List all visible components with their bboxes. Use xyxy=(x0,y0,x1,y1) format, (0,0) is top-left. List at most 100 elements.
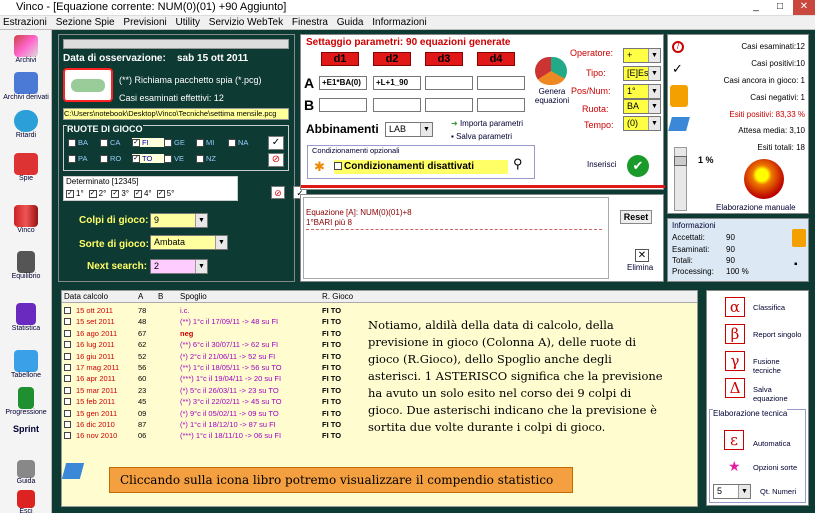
table-row[interactable]: 16 dic 2010 87 (*) 1°c il 18/12/10 -> 87 s… xyxy=(62,419,362,430)
sidebar-item-vinco[interactable]: Vinco xyxy=(0,205,52,234)
menu-informazioni[interactable]: Informazioni xyxy=(369,16,429,29)
save-params[interactable]: ▪ Salva parametri xyxy=(451,132,512,141)
generate-icon[interactable] xyxy=(535,57,567,85)
sorte-select[interactable]: Ambata ▼ xyxy=(150,235,228,250)
det-3[interactable]: ✓ 3° xyxy=(111,189,129,198)
minimize-button[interactable]: _ xyxy=(745,0,767,15)
wheel-to[interactable]: ✓ TO xyxy=(132,154,164,164)
salva-equazione-label[interactable]: Salva equazione xyxy=(753,385,808,403)
d3-header[interactable]: d3 xyxy=(425,52,463,66)
generate-label[interactable]: Genera equazioni xyxy=(527,87,577,105)
qt-numeri-select[interactable]: 5 ▼ xyxy=(713,484,751,499)
import-params[interactable]: ➜ Importa parametri xyxy=(451,119,523,128)
menu-estrazioni[interactable]: Estrazioni xyxy=(0,16,50,29)
slider-thumb[interactable] xyxy=(674,156,687,166)
delta-button[interactable]: Δ xyxy=(725,378,745,398)
opzioni-sorte-label[interactable]: Opzioni sorte xyxy=(753,463,797,472)
wheel-ba[interactable]: BA xyxy=(68,138,100,148)
table-row[interactable]: 16 ago 2011 67 neg FI TO xyxy=(62,328,362,339)
date-scrollbar[interactable] xyxy=(63,39,289,49)
clear-wheels-icon[interactable]: ⊘ xyxy=(268,153,284,167)
d2-header[interactable]: d2 xyxy=(373,52,411,66)
tipo-select[interactable]: [E]Estr. ▼ xyxy=(623,66,661,81)
table-row[interactable]: 16 giu 2011 52 (*) 2°c il 21/06/11 -> 52 s… xyxy=(62,351,362,362)
gamma-button[interactable]: γ xyxy=(725,351,745,371)
sidebar-item-sprint[interactable]: Sprint xyxy=(0,424,52,434)
menu-finestra[interactable]: Finestra xyxy=(289,16,331,29)
automatica-label[interactable]: Automatica xyxy=(753,439,791,448)
operatore-select[interactable]: + ▼ xyxy=(623,48,661,63)
table-row[interactable]: 15 feb 2011 45 (**) 3°c il 22/02/11 -> 45 … xyxy=(62,396,362,407)
b-field-3[interactable] xyxy=(425,98,473,112)
table-row[interactable]: 16 nov 2010 06 (***) 1°c il 18/11/10 -> 06… xyxy=(62,430,362,441)
wheel-na[interactable]: NA xyxy=(228,138,256,148)
sidebar-item-tabellone[interactable]: Tabellone xyxy=(0,350,52,379)
det-4[interactable]: ✓ 4° xyxy=(133,189,152,198)
wheel-fi[interactable]: ✓ FI xyxy=(132,138,164,148)
b-field-1[interactable] xyxy=(319,98,367,112)
menu-guida[interactable]: Guida xyxy=(334,16,367,29)
table-row[interactable]: 15 set 2011 48 (**) 1°c il 17/09/11 -> 48 … xyxy=(62,316,362,327)
a-field-2[interactable]: +L+1_90 xyxy=(373,76,421,90)
menu-previsioni[interactable]: Previsioni xyxy=(120,16,169,29)
table-row[interactable]: 17 mag 2011 56 (**) 1°c il 18/05/11 -> 56 … xyxy=(62,362,362,373)
menu-sezione-spie[interactable]: Sezione Spie xyxy=(53,16,118,29)
abbinamenti-select[interactable]: LAB ▼ xyxy=(385,122,433,137)
tempo-select[interactable]: (0) ▼ xyxy=(623,116,661,131)
b-field-2[interactable] xyxy=(373,98,421,112)
classifica-label[interactable]: Classifica xyxy=(753,303,785,312)
sidebar-item-archivi-derivati[interactable]: Archivi derivati xyxy=(0,72,52,101)
star-icon[interactable]: ★ xyxy=(728,458,741,475)
b-field-4[interactable] xyxy=(477,98,525,112)
det-clear-icon[interactable]: ⊘ xyxy=(271,186,285,199)
col-data[interactable]: Data calcolo xyxy=(64,292,108,301)
ruota-select[interactable]: BA ▼ xyxy=(623,99,661,114)
table-row[interactable]: 15 ott 2011 78 i.c. FI TO xyxy=(62,305,362,316)
pos-select[interactable]: 1° ▼ xyxy=(623,84,661,99)
spy-package-button[interactable] xyxy=(63,68,113,102)
menu-utility[interactable]: Utility xyxy=(173,16,203,29)
wheel-pa[interactable]: PA xyxy=(68,154,100,164)
observation-date[interactable]: sab 15 ott 2011 xyxy=(177,53,248,64)
sidebar-item-ritardi[interactable]: Ritardi xyxy=(0,110,52,139)
table-row[interactable]: 16 lug 2011 62 (**) 6°c il 30/07/11 -> 62 … xyxy=(62,339,362,350)
det-5[interactable]: ✓ 5° xyxy=(156,189,174,198)
col-a[interactable]: A xyxy=(138,292,143,301)
det-1[interactable]: ✓ 1° xyxy=(66,189,84,198)
conditions-toggle[interactable]: Condizionamenti disattivati xyxy=(334,160,508,174)
progress-slider[interactable] xyxy=(674,147,687,211)
select-all-check-icon[interactable]: ✓ xyxy=(268,136,284,150)
a-field-4[interactable] xyxy=(477,76,525,90)
wheel-nz[interactable]: NZ xyxy=(196,154,228,164)
d1-header[interactable]: d1 xyxy=(321,52,359,66)
insert-button[interactable]: ✔ xyxy=(627,155,649,177)
table-row[interactable]: 15 gen 2011 09 (*) 9°c il 05/02/11 -> 09 s… xyxy=(62,408,362,419)
fusione-label[interactable]: Fusione tecniche xyxy=(753,357,808,375)
wheel-ve[interactable]: VE xyxy=(164,154,196,164)
colpi-select[interactable]: 9 ▼ xyxy=(150,213,208,228)
search-icon[interactable]: ⚲ xyxy=(513,156,523,172)
epsilon-button[interactable]: ε xyxy=(724,430,744,450)
maximize-button[interactable]: □ xyxy=(769,0,791,15)
d4-header[interactable]: d4 xyxy=(477,52,515,66)
compendium-book-icon[interactable] xyxy=(668,117,690,131)
manual-elaboration-label[interactable]: Elaborazione manuale xyxy=(716,203,796,212)
sidebar-item-progressione[interactable]: Progressione xyxy=(0,387,52,416)
wheel-ge[interactable]: GE xyxy=(164,138,196,148)
jar-icon[interactable] xyxy=(670,85,688,107)
package-path[interactable]: C:\Users\notebook\Desktop\Vinco\Tecniche… xyxy=(63,108,289,120)
floppy-icon[interactable]: ▪ xyxy=(794,259,798,270)
alpha-button[interactable]: α xyxy=(725,297,745,317)
beta-button[interactable]: β xyxy=(725,324,745,344)
sidebar-item-guida[interactable]: Guida xyxy=(0,460,52,485)
sidebar-item-statistica[interactable]: Statistica xyxy=(0,303,52,332)
next-select[interactable]: 2 ▼ xyxy=(150,259,208,274)
sidebar-item-archivi[interactable]: Archivi xyxy=(0,35,52,64)
jar-icon[interactable] xyxy=(792,229,806,247)
sidebar-item-spie[interactable]: Spie xyxy=(0,153,52,182)
wheel-mi[interactable]: MI xyxy=(196,138,228,148)
reset-button[interactable]: Reset xyxy=(620,210,652,224)
a-field-1[interactable]: +E1*BA(0) xyxy=(319,76,367,90)
menu-servizio-webtek[interactable]: Servizio WebTek xyxy=(206,16,286,29)
close-button[interactable]: ✕ xyxy=(793,0,815,15)
